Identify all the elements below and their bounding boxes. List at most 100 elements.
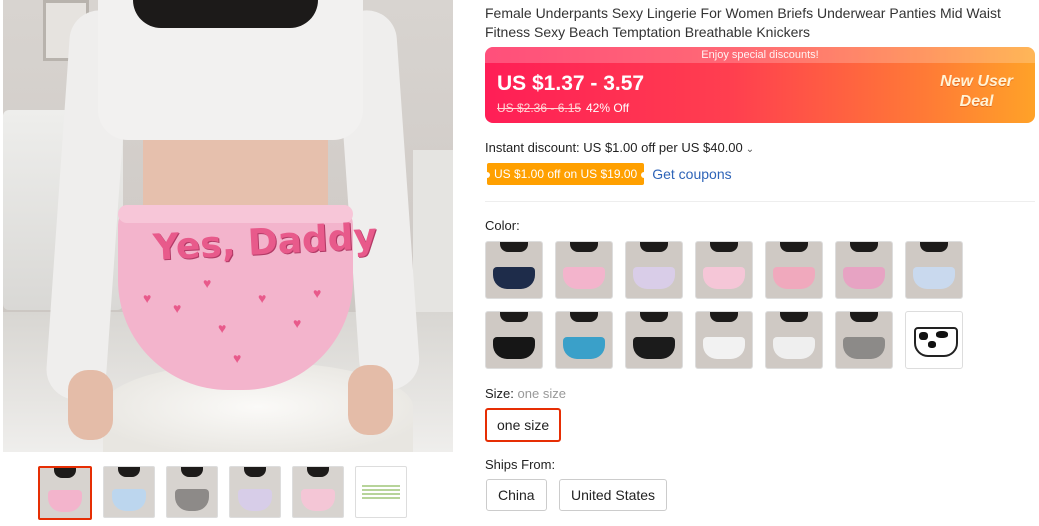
swatch-garment bbox=[913, 267, 955, 289]
color-swatch[interactable] bbox=[765, 311, 823, 369]
swatch-garment bbox=[633, 267, 675, 289]
thumb-hair bbox=[181, 467, 203, 477]
gallery-thumbnail[interactable] bbox=[103, 466, 155, 518]
deal-line-2: Deal bbox=[959, 93, 994, 110]
new-user-deal-badge: New User Deal bbox=[940, 72, 1013, 112]
size-option-one-size[interactable]: one size bbox=[485, 408, 562, 442]
thumb-garment bbox=[238, 489, 272, 511]
thumb-hair bbox=[54, 468, 76, 478]
swatch-garment bbox=[843, 337, 885, 359]
heart-icon: ♥ bbox=[173, 300, 182, 316]
color-swatch[interactable] bbox=[835, 241, 893, 299]
color-swatch[interactable] bbox=[485, 241, 543, 299]
heart-icon: ♥ bbox=[293, 315, 302, 331]
heart-icon: ♥ bbox=[218, 320, 227, 336]
product-title: Female Underpants Sexy Lingerie For Wome… bbox=[485, 5, 1001, 40]
color-swatch[interactable] bbox=[625, 241, 683, 299]
swatch-garment bbox=[493, 337, 535, 359]
cow-print-icon bbox=[914, 327, 958, 357]
promo-strip: Enjoy special discounts! bbox=[485, 47, 1035, 63]
color-swatch[interactable] bbox=[905, 241, 963, 299]
color-swatch[interactable] bbox=[905, 311, 963, 369]
swatch-hair bbox=[920, 242, 948, 252]
swatch-hair bbox=[570, 312, 598, 322]
heart-icon: ♥ bbox=[203, 275, 212, 291]
swatch-hair bbox=[850, 312, 878, 322]
chevron-down-icon: ⌄ bbox=[745, 144, 755, 155]
swatch-hair bbox=[570, 242, 598, 252]
size-label: Size: bbox=[485, 386, 514, 401]
ships-from-option-china[interactable]: China bbox=[486, 479, 547, 511]
image-hair bbox=[133, 0, 318, 28]
image-hand-left bbox=[68, 370, 113, 440]
image-hand-right bbox=[348, 365, 393, 435]
swatch-garment bbox=[773, 337, 815, 359]
color-swatch[interactable] bbox=[485, 311, 543, 369]
gallery-thumbnails bbox=[38, 466, 407, 520]
thumb-garment bbox=[112, 489, 146, 511]
swatch-hair bbox=[780, 312, 808, 322]
color-swatch[interactable] bbox=[625, 311, 683, 369]
color-swatch[interactable] bbox=[695, 311, 753, 369]
ships-from-option-united-states[interactable]: United States bbox=[559, 479, 668, 511]
heart-icon: ♥ bbox=[233, 350, 242, 366]
color-swatch[interactable] bbox=[695, 241, 753, 299]
swatch-garment bbox=[773, 267, 815, 289]
swatch-garment bbox=[703, 337, 745, 359]
gallery-thumbnail[interactable] bbox=[166, 466, 218, 518]
swatch-garment bbox=[703, 267, 745, 289]
gallery-thumbnail[interactable] bbox=[38, 466, 92, 520]
swatch-hair bbox=[640, 242, 668, 252]
thumb-garment bbox=[301, 489, 335, 511]
gallery-thumbnail[interactable] bbox=[229, 466, 281, 518]
swatch-garment bbox=[633, 337, 675, 359]
cow-spot bbox=[919, 332, 928, 340]
swatch-hair bbox=[500, 312, 528, 322]
instant-discount[interactable]: Instant discount: US $1.00 off per US $4… bbox=[485, 140, 754, 155]
original-price: US $2.36 - 6.15 bbox=[497, 101, 582, 115]
gallery-thumbnail[interactable] bbox=[355, 466, 407, 518]
swatch-hair bbox=[710, 242, 738, 252]
color-swatches bbox=[485, 241, 975, 369]
ships-from-label: Ships From: bbox=[485, 457, 556, 472]
size-label-row: Size: one size bbox=[485, 386, 566, 401]
swatch-garment bbox=[563, 337, 605, 359]
color-swatch[interactable] bbox=[765, 241, 823, 299]
deal-line-1: New User bbox=[940, 73, 1013, 90]
size-selected-value: one size bbox=[517, 386, 566, 401]
swatch-garment bbox=[493, 267, 535, 289]
gallery-thumbnail[interactable] bbox=[292, 466, 344, 518]
get-coupons-link[interactable]: Get coupons bbox=[652, 166, 731, 182]
image-bed-right bbox=[413, 150, 453, 320]
cow-spot bbox=[936, 331, 948, 338]
heart-icon: ♥ bbox=[143, 290, 152, 306]
price-banner: Enjoy special discounts! US $1.37 - 3.57… bbox=[485, 47, 1035, 123]
color-label: Color: bbox=[485, 218, 520, 233]
swatch-hair bbox=[500, 242, 528, 252]
section-divider bbox=[485, 201, 1035, 202]
cow-spot bbox=[928, 341, 936, 348]
main-product-image[interactable]: Yes, Daddy ♥ ♥ ♥ ♥ ♥ ♥ ♥ ♥ bbox=[3, 0, 453, 452]
thumb-garment bbox=[175, 489, 209, 511]
heart-icon: ♥ bbox=[258, 290, 267, 306]
swatch-hair bbox=[780, 242, 808, 252]
heart-icon: ♥ bbox=[313, 285, 322, 301]
swatch-garment bbox=[563, 267, 605, 289]
swatch-hair bbox=[850, 242, 878, 252]
thumb-hair bbox=[307, 467, 329, 477]
swatch-garment bbox=[843, 267, 885, 289]
swatch-hair bbox=[640, 312, 668, 322]
swatch-hair bbox=[710, 312, 738, 322]
thumb-hair bbox=[244, 467, 266, 477]
coupon-tag[interactable]: US $1.00 off on US $19.00 bbox=[483, 163, 648, 185]
discount-percent: 42% Off bbox=[586, 101, 630, 115]
instant-discount-text: Instant discount: US $1.00 off per US $4… bbox=[485, 140, 743, 155]
thumb-garment bbox=[48, 490, 82, 512]
thumb-size-chart bbox=[362, 485, 400, 499]
color-swatch[interactable] bbox=[835, 311, 893, 369]
color-swatch[interactable] bbox=[555, 241, 613, 299]
color-swatch[interactable] bbox=[555, 311, 613, 369]
coupon-row: US $1.00 off on US $19.00 Get coupons bbox=[483, 163, 732, 185]
current-price: US $1.37 - 3.57 bbox=[497, 72, 645, 95]
thumb-hair bbox=[118, 467, 140, 477]
